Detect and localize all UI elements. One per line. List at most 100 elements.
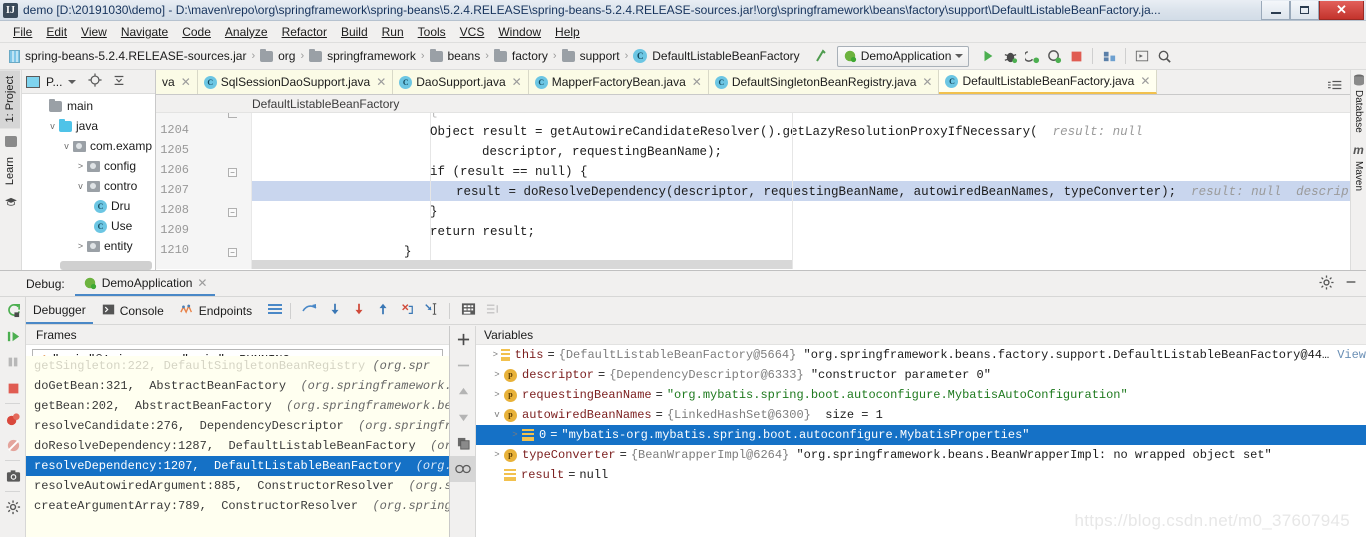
menu-code[interactable]: Code xyxy=(175,23,218,41)
settings-icon[interactable] xyxy=(0,494,26,520)
tree-node-use[interactable]: C Use xyxy=(22,216,155,236)
sidebar-item-maven[interactable]: Maven xyxy=(1351,157,1366,195)
tree-arrow[interactable]: v xyxy=(46,121,59,131)
layout-settings-icon[interactable] xyxy=(267,303,283,318)
variable-row-descriptor[interactable]: > p descriptor = {DependencyDescriptor@6… xyxy=(476,365,1366,385)
back-arrow-icon[interactable] xyxy=(811,45,833,67)
close-icon[interactable]: ✕ xyxy=(376,75,386,89)
tab-endpoints[interactable]: Endpoints xyxy=(173,298,259,324)
expand-arrow-icon[interactable]: > xyxy=(508,425,522,445)
variable-row-result[interactable]: result = null xyxy=(476,465,1366,485)
get-thread-dump-icon[interactable] xyxy=(0,463,26,489)
resume-icon[interactable] xyxy=(0,323,26,349)
search-icon[interactable] xyxy=(1153,45,1175,67)
run-with-coverage-icon[interactable] xyxy=(1021,45,1043,67)
frame-row[interactable]: doResolveDependency:1287, DefaultListabl… xyxy=(26,436,449,456)
view-breakpoints-icon[interactable] xyxy=(0,406,26,432)
hide-panel-icon[interactable] xyxy=(1344,275,1358,292)
tree-arrow[interactable]: v xyxy=(74,181,87,191)
step-over-icon[interactable] xyxy=(324,302,346,319)
close-icon[interactable]: ✕ xyxy=(1140,74,1150,88)
tree-arrow[interactable]: > xyxy=(74,161,87,171)
variables-list[interactable]: > this = {DefaultListableBeanFactory@566… xyxy=(476,345,1366,537)
tree-node-dru[interactable]: C Dru xyxy=(22,196,155,216)
collapse-all-icon[interactable] xyxy=(112,73,126,90)
tree-node-controller[interactable]: v contro xyxy=(22,176,155,196)
code-fold-icon[interactable]: − xyxy=(228,248,237,257)
copy-icon[interactable] xyxy=(450,430,476,456)
variable-row-selected[interactable]: > 0 = "mybatis-org.mybatis.spring.boot.a… xyxy=(476,425,1366,445)
drop-frame-icon[interactable] xyxy=(396,302,418,319)
sidebar-item-project[interactable]: 1: Project xyxy=(0,70,20,129)
line-number-gutter[interactable]: 1203 1204 1205 1206 1207 1208 1209 1210 … xyxy=(156,113,252,269)
editor-tab-mapperfactorybean[interactable]: C MapperFactoryBean.java ✕ xyxy=(528,70,709,94)
step-out-icon[interactable] xyxy=(372,302,394,319)
tree-arrow[interactable]: > xyxy=(74,241,87,251)
breadcrumb-class[interactable]: C DefaultListableBeanFactory xyxy=(630,49,802,63)
tree-node-config[interactable]: > config xyxy=(22,156,155,176)
run-icon[interactable] xyxy=(977,45,999,67)
code-view[interactable]: 1203 1204 1205 1206 1207 1208 1209 1210 … xyxy=(156,113,1350,269)
tree-node-entity[interactable]: > entity xyxy=(22,236,155,256)
close-icon[interactable]: ✕ xyxy=(197,276,207,290)
menu-run[interactable]: Run xyxy=(375,23,411,41)
show-execution-point-icon[interactable] xyxy=(298,302,322,319)
breadcrumb-support[interactable]: support xyxy=(559,48,623,63)
gear-icon[interactable] xyxy=(1319,274,1334,293)
breadcrumb-org[interactable]: org xyxy=(257,48,298,63)
tab-console[interactable]: Console xyxy=(95,298,171,324)
close-button[interactable]: ✕ xyxy=(1319,1,1364,20)
select-target-icon[interactable] xyxy=(1131,45,1153,67)
build-project-icon[interactable] xyxy=(1098,45,1120,67)
code-text[interactable]: { Object result = getAutowireCandidateRe… xyxy=(252,113,1350,269)
menu-edit[interactable]: Edit xyxy=(39,23,74,41)
menu-vcs[interactable]: VCS xyxy=(453,23,492,41)
editor-horizontal-scrollbar[interactable] xyxy=(252,260,792,269)
editor-tab-sqlsessiondaosupport[interactable]: C SqlSessionDaoSupport.java ✕ xyxy=(197,70,394,94)
menu-file[interactable]: File xyxy=(6,23,39,41)
settings-list-icon[interactable] xyxy=(482,303,505,318)
menu-view[interactable]: View xyxy=(74,23,114,41)
project-view-label[interactable]: P... xyxy=(46,75,62,89)
run-configuration-selector[interactable]: DemoApplication xyxy=(836,45,970,67)
editor-tab-daosupport[interactable]: C DaoSupport.java ✕ xyxy=(393,70,529,94)
add-watch-icon[interactable] xyxy=(450,326,476,352)
close-icon[interactable]: ✕ xyxy=(692,75,702,89)
profile-icon[interactable] xyxy=(1043,45,1065,67)
code-fold-icon[interactable]: − xyxy=(228,208,237,217)
stop-icon[interactable] xyxy=(1065,45,1087,67)
menu-navigate[interactable]: Navigate xyxy=(114,23,175,41)
editor-breadcrumb[interactable]: DefaultListableBeanFactory xyxy=(156,95,1350,113)
chevron-down-icon[interactable] xyxy=(68,79,77,84)
locate-icon[interactable] xyxy=(88,73,103,90)
menu-tools[interactable]: Tools xyxy=(411,23,453,41)
menu-window[interactable]: Window xyxy=(491,23,548,41)
evaluate-expression-icon[interactable] xyxy=(457,302,480,319)
horizontal-scrollbar[interactable] xyxy=(60,261,152,270)
variable-row-requestingbeanname[interactable]: > p requestingBeanName = "org.mybatis.sp… xyxy=(476,385,1366,405)
frames-list[interactable]: getSingleton:222, DefaultSingletonBeanRe… xyxy=(26,356,449,537)
breadcrumb-beans[interactable]: beans xyxy=(427,48,484,63)
stop-icon[interactable] xyxy=(0,375,26,401)
close-icon[interactable]: ✕ xyxy=(512,75,522,89)
frame-row[interactable]: doGetBean:321, AbstractBeanFactory (org.… xyxy=(26,376,449,396)
code-fold-icon[interactable]: − xyxy=(228,168,237,177)
step-into-icon[interactable] xyxy=(348,302,370,319)
tab-list-icon[interactable] xyxy=(1328,79,1344,94)
editor-tab-defaultsingletonbeanregistry[interactable]: C DefaultSingletonBeanRegistry.java ✕ xyxy=(708,70,940,94)
close-icon[interactable]: ✕ xyxy=(181,75,191,89)
frame-row[interactable]: createArgumentArray:789, ConstructorReso… xyxy=(26,496,449,516)
expand-arrow-icon[interactable]: > xyxy=(490,445,504,465)
expand-arrow-icon[interactable]: v xyxy=(490,405,504,425)
tree-arrow[interactable]: v xyxy=(60,141,73,151)
frame-row[interactable]: resolveCandidate:276, DependencyDescript… xyxy=(26,416,449,436)
close-icon[interactable]: ✕ xyxy=(922,75,932,89)
debug-session-tab[interactable]: DemoApplication ✕ xyxy=(74,271,216,296)
menu-analyze[interactable]: Analyze xyxy=(218,23,275,41)
mute-breakpoints-icon[interactable] xyxy=(0,432,26,458)
expand-arrow-icon[interactable]: > xyxy=(490,365,504,385)
editor-tab-defaultlistablebeanfactory[interactable]: C DefaultListableBeanFactory.java ✕ xyxy=(939,70,1158,94)
minimize-button[interactable] xyxy=(1261,1,1290,20)
menu-build[interactable]: Build xyxy=(334,23,375,41)
sidebar-item-database[interactable]: Database xyxy=(1351,86,1366,137)
